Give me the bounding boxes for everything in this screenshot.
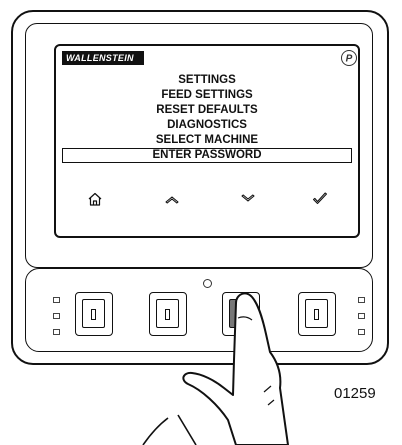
pressing-hand-illustration <box>142 292 289 445</box>
figure-number: 01259 <box>334 385 376 402</box>
